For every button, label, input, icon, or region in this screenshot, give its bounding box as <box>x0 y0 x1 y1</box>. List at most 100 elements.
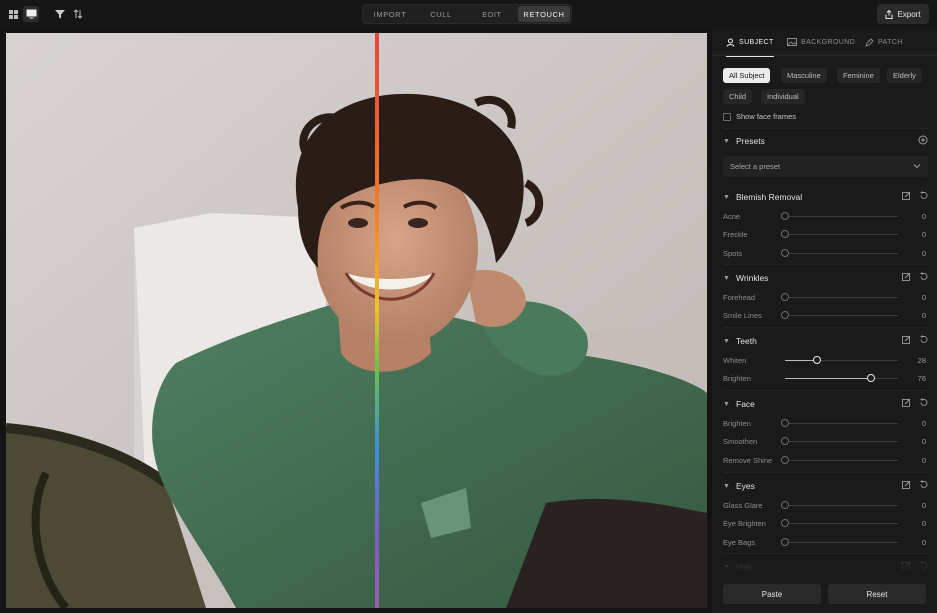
presets-header[interactable]: ▼ Presets <box>723 134 928 148</box>
section-title: Eyes <box>736 481 755 491</box>
slider-handle[interactable] <box>781 501 789 509</box>
slider-track[interactable] <box>785 459 898 461</box>
slider-handle[interactable] <box>781 293 789 301</box>
slider-track[interactable] <box>785 441 898 443</box>
chip-feminine[interactable]: Feminine <box>837 68 880 83</box>
slider-handle[interactable] <box>781 248 789 257</box>
slider-value: 0 <box>921 419 926 428</box>
section-title: Face <box>736 399 755 409</box>
add-preset-icon[interactable] <box>918 135 928 145</box>
slider-track[interactable] <box>785 297 898 298</box>
grid-icon[interactable] <box>5 6 21 22</box>
edit-icon[interactable] <box>902 191 911 200</box>
slider-track[interactable] <box>785 505 898 506</box>
blemish-removal-section-header[interactable]: ▼ Blemish Removal <box>723 190 928 204</box>
panel-tabs: SUBJECT BACKGROUND PATCH <box>712 28 937 57</box>
slider-label: Glass Glare <box>723 501 763 510</box>
tab-patch-label: PATCH <box>878 38 903 46</box>
slider-value: 0 <box>921 519 926 529</box>
undo-icon[interactable] <box>919 335 928 344</box>
slider-handle[interactable] <box>781 311 789 320</box>
face-section-header[interactable]: ▼ Face <box>723 397 928 411</box>
preset-select-placeholder: Select a preset <box>730 162 781 171</box>
slider-handle[interactable] <box>781 230 789 239</box>
undo-icon[interactable] <box>919 398 928 407</box>
chip-elderly[interactable]: Elderly <box>887 68 922 83</box>
slider-label: Spots <box>723 248 743 258</box>
slider-handle[interactable] <box>781 455 789 464</box>
section-title: Blemish Removal <box>736 192 803 202</box>
mode-retouch-tab[interactable]: RETOUCH <box>518 6 570 22</box>
edit-icon[interactable] <box>902 480 911 489</box>
edit-icon[interactable] <box>902 398 911 407</box>
slider-handle[interactable] <box>781 537 789 546</box>
share-icon <box>885 9 893 19</box>
wrinkles-section-header[interactable]: ▼ Wrinkles <box>723 271 928 285</box>
export-button[interactable]: Export <box>877 4 929 24</box>
eyes-glass-glare-slider-row: Glass Glare 0 <box>723 500 928 512</box>
slider-value: 28 <box>917 356 926 365</box>
face-frames-checkbox[interactable] <box>723 112 731 121</box>
slider-label: Brighten <box>723 374 751 384</box>
slider-handle[interactable] <box>781 419 789 427</box>
tab-subject[interactable]: SUBJECT <box>726 28 774 57</box>
section-title: Wrinkles <box>736 273 769 283</box>
slider-handle[interactable] <box>866 374 875 383</box>
chevron-down-icon: ▼ <box>723 274 730 282</box>
wrinkles-forehead-slider-row: Forehead 0 <box>723 292 928 304</box>
tab-patch[interactable]: PATCH <box>865 28 903 56</box>
chevron-down-icon: ▼ <box>723 193 730 201</box>
slider-track[interactable] <box>785 523 898 525</box>
monitor-icon[interactable] <box>23 6 39 22</box>
undo-icon[interactable] <box>919 272 928 281</box>
slider-track[interactable] <box>785 541 898 543</box>
edit-icon[interactable] <box>902 335 911 344</box>
undo-icon[interactable] <box>919 480 928 489</box>
eyes-eye-brighten-slider-row: Eye Brighten 0 <box>723 518 928 530</box>
chevron-down-icon: ▼ <box>723 482 730 490</box>
paste-button[interactable]: Paste <box>723 584 821 604</box>
chevron-down-icon <box>913 164 921 169</box>
section-title: Teeth <box>736 336 757 346</box>
eyes-section-header[interactable]: ▼ Eyes <box>723 479 928 493</box>
tab-background[interactable]: BACKGROUND <box>787 28 855 56</box>
image-icon <box>787 38 797 46</box>
slider-track[interactable] <box>785 252 898 254</box>
slider-value: 0 <box>921 437 926 447</box>
edit-icon[interactable] <box>902 272 911 281</box>
sort-icon[interactable] <box>70 6 86 22</box>
slider-value: 0 <box>921 455 926 465</box>
mode-import-tab[interactable]: IMPORT <box>364 6 416 22</box>
slider-track[interactable] <box>785 315 898 317</box>
undo-icon[interactable] <box>919 191 928 200</box>
slider-track[interactable] <box>785 234 898 236</box>
slider-handle[interactable] <box>812 356 821 364</box>
wrinkles-smile-lines-slider-row: Smile Lines 0 <box>723 310 928 322</box>
mode-edit-tab[interactable]: EDIT <box>466 6 518 22</box>
chip-child[interactable]: Child <box>723 89 753 104</box>
preset-select[interactable]: Select a preset <box>723 156 928 177</box>
slider-label: Remove Shine <box>723 455 773 465</box>
slider-handle[interactable] <box>781 519 789 528</box>
chevron-down-icon: ▼ <box>723 400 730 408</box>
before-after-split-handle[interactable] <box>375 33 379 608</box>
teeth-section-header[interactable]: ▼ Teeth <box>723 334 928 348</box>
slider-label: Forehead <box>723 293 756 302</box>
patch-icon <box>865 37 874 47</box>
slider-handle[interactable] <box>781 212 789 220</box>
filter-icon[interactable] <box>52 6 68 22</box>
slider-track[interactable] <box>785 423 898 424</box>
slider-track[interactable] <box>785 216 898 217</box>
slider-handle[interactable] <box>781 437 789 446</box>
photo-canvas[interactable] <box>6 33 707 608</box>
tab-subject-label: SUBJECT <box>739 38 774 46</box>
chip-masculine[interactable]: Masculine <box>781 68 827 83</box>
portrait-photo <box>6 33 707 608</box>
chip-all-subject[interactable]: All Subject <box>723 68 771 83</box>
face-remove-shine-slider-row: Remove Shine 0 <box>723 455 928 467</box>
chip-individual[interactable]: Individual <box>761 89 805 104</box>
slider-value: 0 <box>921 311 926 321</box>
mode-cull-tab[interactable]: CULL <box>416 6 466 22</box>
show-face-frames-toggle[interactable]: Show face frames <box>723 112 796 121</box>
reset-button[interactable]: Reset <box>828 584 926 604</box>
